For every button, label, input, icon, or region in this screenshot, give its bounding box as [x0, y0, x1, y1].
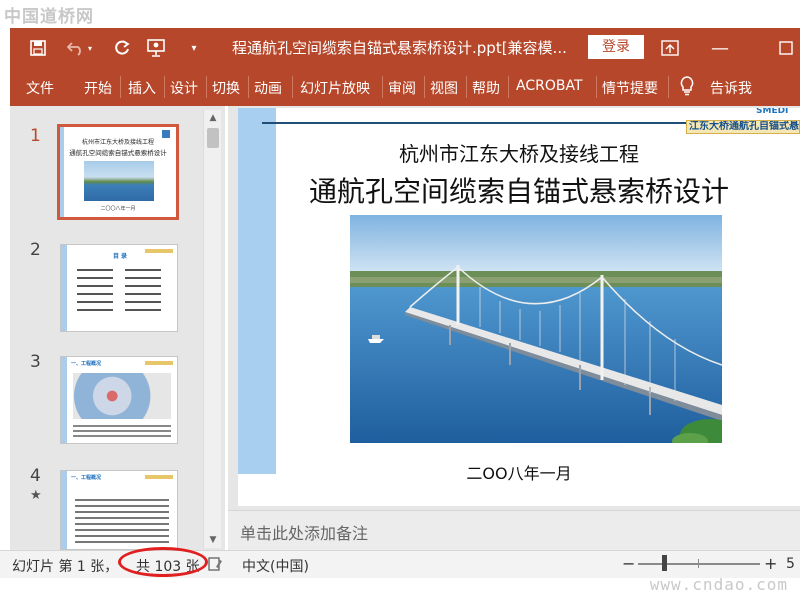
zoom-level[interactable]: 5 [786, 556, 795, 572]
slide-thumbnail-2[interactable]: 目 录 [60, 244, 178, 332]
thumbnail-photo [84, 161, 154, 201]
thumbnail-date: 二〇〇八年一月 [100, 206, 136, 212]
animation-star-icon: ★ [30, 488, 42, 503]
thumbnail-scrollbar[interactable]: ▲ ▼ [203, 110, 221, 548]
slide-subtitle[interactable]: 杭州市江东大桥及接线工程 [238, 138, 800, 167]
tab-storyboarding[interactable]: 情节提要 [602, 78, 658, 98]
powerpoint-window: 中国道桥网 ▾ ▾ 程通航孔空间缆索自锚式悬索桥设计.ppt[兼容模... 登录… [0, 0, 800, 600]
minimize-icon[interactable]: — [708, 36, 732, 60]
thumbnail-title: 一、工程概况 [71, 361, 102, 367]
restore-icon[interactable] [774, 36, 798, 60]
tab-insert[interactable]: 插入 [128, 78, 156, 98]
ribbon-tabs: 文件 开始 插入 设计 切换 动画 幻灯片放映 审阅 视图 帮助 ACROBAT… [10, 68, 800, 106]
notes-placeholder[interactable]: 单击此处添加备注 [240, 520, 368, 544]
login-button[interactable]: 登录 [588, 35, 644, 59]
tab-slideshow[interactable]: 幻灯片放映 [300, 78, 370, 98]
tab-help[interactable]: 帮助 [472, 78, 500, 98]
thumbnail-number: 4 [30, 466, 41, 486]
presenter-icon[interactable] [144, 36, 168, 60]
tab-review[interactable]: 审阅 [388, 78, 416, 98]
scroll-down-icon[interactable]: ▼ [204, 532, 222, 548]
zoom-slider-handle[interactable] [662, 555, 667, 571]
thumbnail-number: 3 [30, 352, 41, 372]
scroll-up-icon[interactable]: ▲ [204, 110, 222, 126]
tab-acrobat[interactable]: ACROBAT [516, 78, 583, 94]
tab-view[interactable]: 视图 [430, 78, 458, 98]
slide-title[interactable]: 通航孔空间缆索自锚式悬索桥设计 [238, 170, 800, 210]
title-bar: ▾ ▾ 程通航孔空间缆索自锚式悬索桥设计.ppt[兼容模... 登录 — [10, 28, 800, 68]
tab-transitions[interactable]: 切换 [212, 78, 240, 98]
tab-design[interactable]: 设计 [170, 78, 198, 98]
slide-thumbnail-3[interactable]: 一、工程概况 [60, 356, 178, 444]
slide-date[interactable]: 二OO八年一月 [238, 460, 800, 484]
slide-thumbnail-pane: 1 杭州市江东大桥及接线工程 通航孔空间缆索自锚式悬索桥设计 二〇〇八年一月 2… [10, 106, 225, 550]
current-slide[interactable]: SMEDI 江东大桥通航孔自锚式悬索 杭州市江东大桥及接线工程 通航孔空间缆索自… [238, 108, 800, 506]
tab-home[interactable]: 开始 [84, 78, 112, 98]
zoom-in-button[interactable]: + [764, 554, 777, 573]
watermark-top: 中国道桥网 [4, 7, 94, 27]
slide-thumbnail-1[interactable]: 杭州市江东大桥及接线工程 通航孔空间缆索自锚式悬索桥设计 二〇〇八年一月 [57, 124, 179, 220]
thumbnail-number: 1 [30, 126, 41, 146]
redo-icon[interactable] [110, 36, 134, 60]
highlight-annotation [118, 547, 208, 577]
thumbnail-number: 2 [30, 240, 41, 260]
thumbnail-title: 通航孔空间缆索自锚式悬索桥设计 [69, 149, 167, 157]
thumbnail-subtitle: 杭州市江东大桥及接线工程 [81, 139, 154, 146]
zoom-slider-track[interactable] [638, 563, 760, 565]
tab-file[interactable]: 文件 [26, 78, 54, 98]
zoom-slider-tick [698, 559, 699, 568]
notes-pane[interactable]: 单击此处添加备注 [228, 510, 800, 550]
lightbulb-icon[interactable] [680, 76, 694, 100]
slide-info-prefix: 幻灯片 第 1 张， [12, 559, 119, 575]
scrollbar-thumb[interactable] [207, 128, 219, 148]
thumbnail-map [73, 373, 171, 419]
slide-thumbnail-4[interactable]: 一、工程概况 [60, 470, 178, 550]
undo-dropdown-icon[interactable]: ▾ [84, 36, 96, 60]
save-icon[interactable] [26, 36, 50, 60]
tab-animations[interactable]: 动画 [254, 78, 282, 98]
thumbnail-title: 一、工程概况 [71, 475, 102, 481]
customize-icon[interactable]: ▾ [182, 36, 206, 60]
spell-check-icon[interactable] [208, 557, 224, 575]
zoom-out-button[interactable]: − [622, 554, 635, 573]
thumbnail-logo [162, 130, 170, 138]
slide-banner: 江东大桥通航孔自锚式悬索 [686, 120, 800, 134]
bridge-photo[interactable] [350, 215, 722, 443]
watermark-bottom: www.cndao.com [649, 575, 788, 594]
tell-me-search[interactable]: 告诉我 [710, 78, 752, 98]
smedi-logo: SMEDI [756, 108, 789, 116]
language-indicator[interactable]: 中文(中国) [242, 556, 309, 576]
ribbon-display-icon[interactable] [658, 36, 682, 60]
document-title: 程通航孔空间缆索自锚式悬索桥设计.ppt[兼容模... [232, 39, 567, 57]
